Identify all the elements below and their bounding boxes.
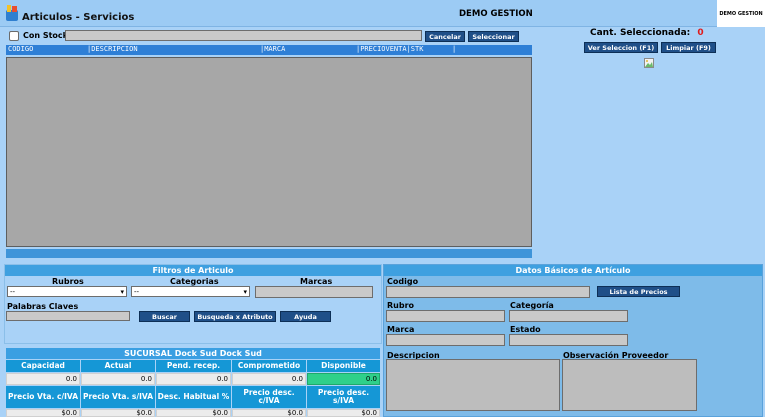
comprometido-header: Comprometido [232, 360, 306, 372]
capacidad-header: Capacidad [6, 360, 80, 372]
rubros-select[interactable]: -- ▾ [7, 286, 127, 297]
column-codigo[interactable]: CODIGO [8, 45, 33, 53]
horizontal-scrollbar[interactable] [6, 249, 532, 258]
search-input[interactable] [65, 30, 422, 41]
clear-selection-button[interactable]: Limpiar (F9) [661, 42, 716, 53]
marca-label: Marca [387, 325, 415, 334]
column-end: | [452, 45, 457, 53]
lista-precios-button[interactable]: Lista de Precios [597, 286, 680, 297]
cancel-button[interactable]: Cancelar [425, 31, 465, 42]
precio-vta-civa-header: Precio Vta. c/IVA [6, 386, 80, 408]
view-selection-button[interactable]: Ver Seleccion (F1) [584, 42, 658, 53]
pend-recep-value: 0.0 [156, 373, 231, 385]
pend-recep-header: Pend. recep. [156, 360, 231, 372]
rubro-field[interactable] [386, 310, 505, 322]
corner-logo: DEMO GESTION [717, 0, 765, 27]
window-title: Articulos - Servicios [22, 12, 135, 23]
codigo-label: Codigo [387, 277, 419, 286]
comprometido-value: 0.0 [232, 373, 306, 385]
filters-title: Filtros de Articulo [5, 265, 381, 276]
precio-vta-siva-value: $0.0 [81, 409, 155, 417]
actual-value: 0.0 [81, 373, 155, 385]
keywords-input[interactable] [6, 311, 130, 321]
categorias-label: Categorias [170, 277, 219, 286]
observacion-textarea[interactable] [562, 359, 697, 411]
disponible-value: 0.0 [307, 373, 380, 385]
precio-desc-civa-header: Precio desc. c/IVA [232, 386, 306, 408]
estado-label: Estado [510, 325, 541, 334]
precio-desc-siva-header: Precio desc. s/IVA [307, 386, 380, 408]
con-stock-checkbox[interactable] [9, 31, 19, 41]
keywords-label: Palabras Claves [7, 302, 79, 311]
column-descripcion[interactable]: |DESCRIPCION [87, 45, 138, 53]
precio-vta-siva-header: Precio Vta. s/IVA [81, 386, 155, 408]
basic-data-title: Datos Básicos de Artículo [384, 265, 762, 276]
descripcion-textarea[interactable] [386, 359, 560, 411]
busqueda-atributo-button[interactable]: Busqueda x Atributo [194, 311, 276, 322]
app-logo-icon [6, 5, 18, 21]
selection-count: Cant. Seleccionada: 0 [590, 28, 704, 38]
categorias-select[interactable]: -- ▾ [131, 286, 250, 297]
codigo-field[interactable] [386, 286, 590, 298]
rubros-label: Rubros [52, 277, 84, 286]
precio-vta-civa-value: $0.0 [6, 409, 80, 417]
actual-header: Actual [81, 360, 155, 372]
results-column-header: CODIGO |DESCRIPCION |MARCA |PRECIOVENTA|… [6, 45, 532, 55]
precio-desc-siva-value: $0.0 [307, 409, 380, 417]
precio-desc-civa-value: $0.0 [232, 409, 306, 417]
rubro-label: Rubro [387, 301, 415, 310]
broken-image-icon [644, 58, 654, 68]
ayuda-button[interactable]: Ayuda [280, 311, 331, 322]
categoria-field[interactable] [509, 310, 628, 322]
categoria-label: Categoría [510, 301, 554, 310]
marcas-label: Marcas [300, 277, 333, 286]
branch-title: SUCURSAL Dock Sud Dock Sud [6, 348, 380, 359]
con-stock-label: Con Stock [23, 31, 68, 40]
brand-name: DEMO GESTION [459, 9, 533, 19]
marcas-input[interactable] [255, 286, 373, 298]
desc-habitual-header: Desc. Habitual % [156, 386, 231, 408]
chevron-down-icon: ▾ [120, 287, 124, 296]
chevron-down-icon: ▾ [243, 287, 247, 296]
select-button[interactable]: Seleccionar [468, 31, 519, 42]
column-marca[interactable]: |MARCA [260, 45, 285, 53]
buscar-button[interactable]: Buscar [139, 311, 190, 322]
selection-count-value: 0 [697, 28, 704, 38]
capacidad-value: 0.0 [6, 373, 80, 385]
categorias-select-value: -- [134, 287, 140, 296]
disponible-header: Disponible [307, 360, 380, 372]
rubros-select-value: -- [10, 287, 16, 296]
estado-field[interactable] [509, 334, 628, 346]
selection-count-label: Cant. Seleccionada: [590, 28, 691, 38]
results-grid[interactable] [6, 57, 532, 247]
marca-field[interactable] [386, 334, 505, 346]
desc-habitual-value: $0.0 [156, 409, 231, 417]
column-precioventa-stk[interactable]: |PRECIOVENTA|STK [356, 45, 423, 53]
